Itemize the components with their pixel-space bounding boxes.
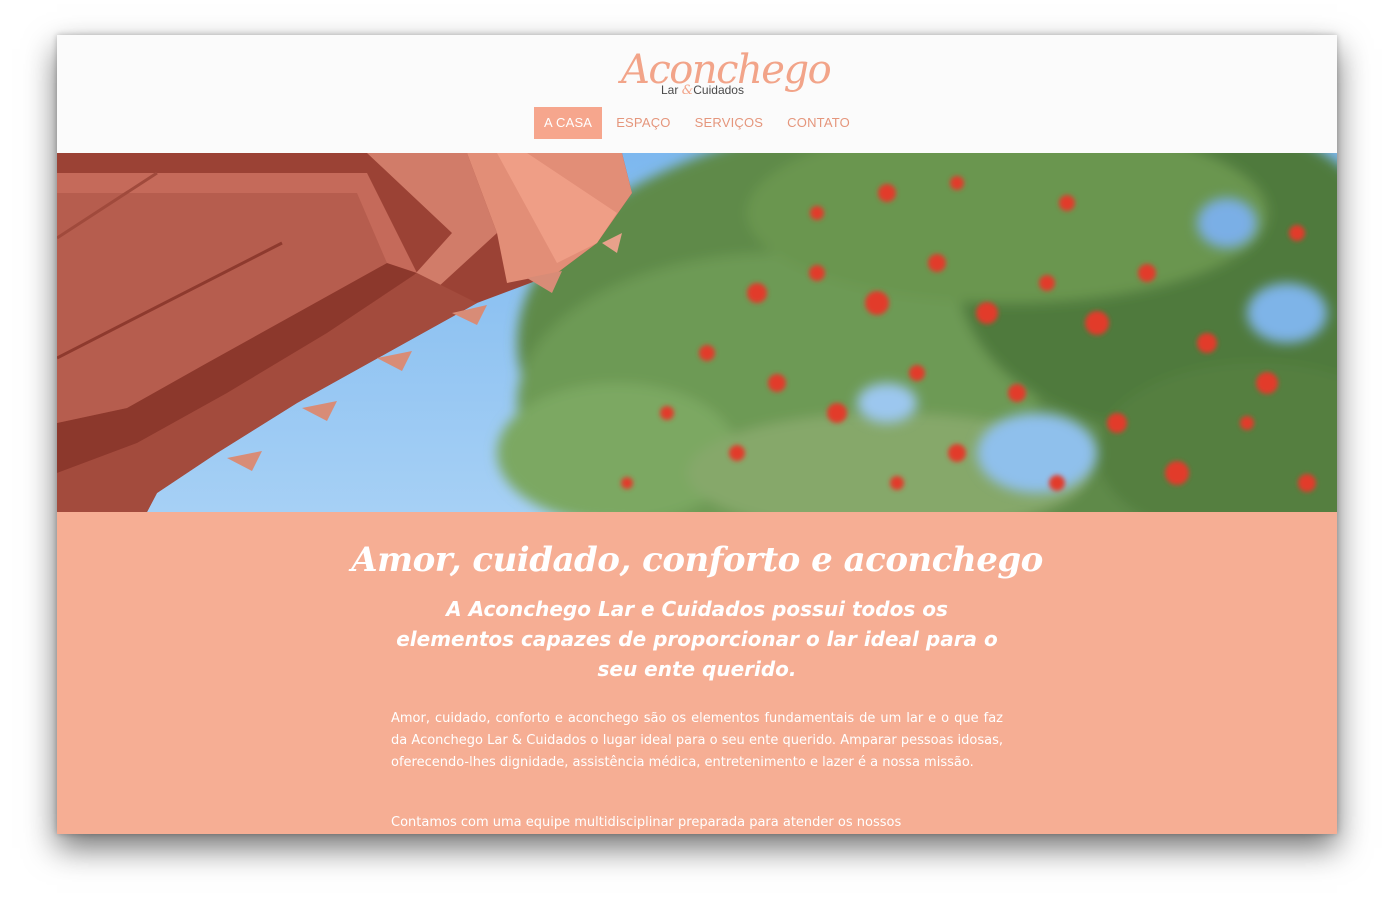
logo-tagline: Lar &Cuidados	[661, 83, 744, 98]
team-paragraph: Contamos com uma equipe multidisciplinar…	[391, 815, 902, 830]
intro-paragraph: Amor, cuidado, conforto e aconchego são …	[391, 711, 1003, 770]
nav-item-contato[interactable]: CONTATO	[777, 107, 860, 139]
logo-ampersand: &	[681, 83, 694, 98]
page-subtitle: A Aconchego Lar e Cuidados possui todos …	[396, 597, 998, 681]
hero-image	[57, 153, 1337, 512]
site-logo[interactable]: Aconchego Lar &Cuidados	[617, 45, 832, 105]
main-nav: A CASA ESPAÇO SERVIÇOS CONTATO	[57, 107, 1337, 139]
logo-tagline-right: Cuidados	[693, 83, 744, 97]
nav-item-a-casa[interactable]: A CASA	[534, 107, 603, 139]
intro-section: Amor, cuidado, conforto e aconchego A Ac…	[57, 512, 1337, 834]
nav-item-servicos[interactable]: SERVIÇOS	[685, 107, 774, 139]
logo-tagline-left: Lar	[661, 83, 679, 97]
browser-window: Aconchego Lar &Cuidados A CASA ESPAÇO SE…	[57, 35, 1337, 834]
hero-illustration	[57, 153, 1337, 512]
site-header: Aconchego Lar &Cuidados A CASA ESPAÇO SE…	[57, 35, 1337, 153]
page-title: Amor, cuidado, conforto e aconchego	[351, 540, 1043, 580]
nav-item-espaco[interactable]: ESPAÇO	[606, 107, 680, 139]
